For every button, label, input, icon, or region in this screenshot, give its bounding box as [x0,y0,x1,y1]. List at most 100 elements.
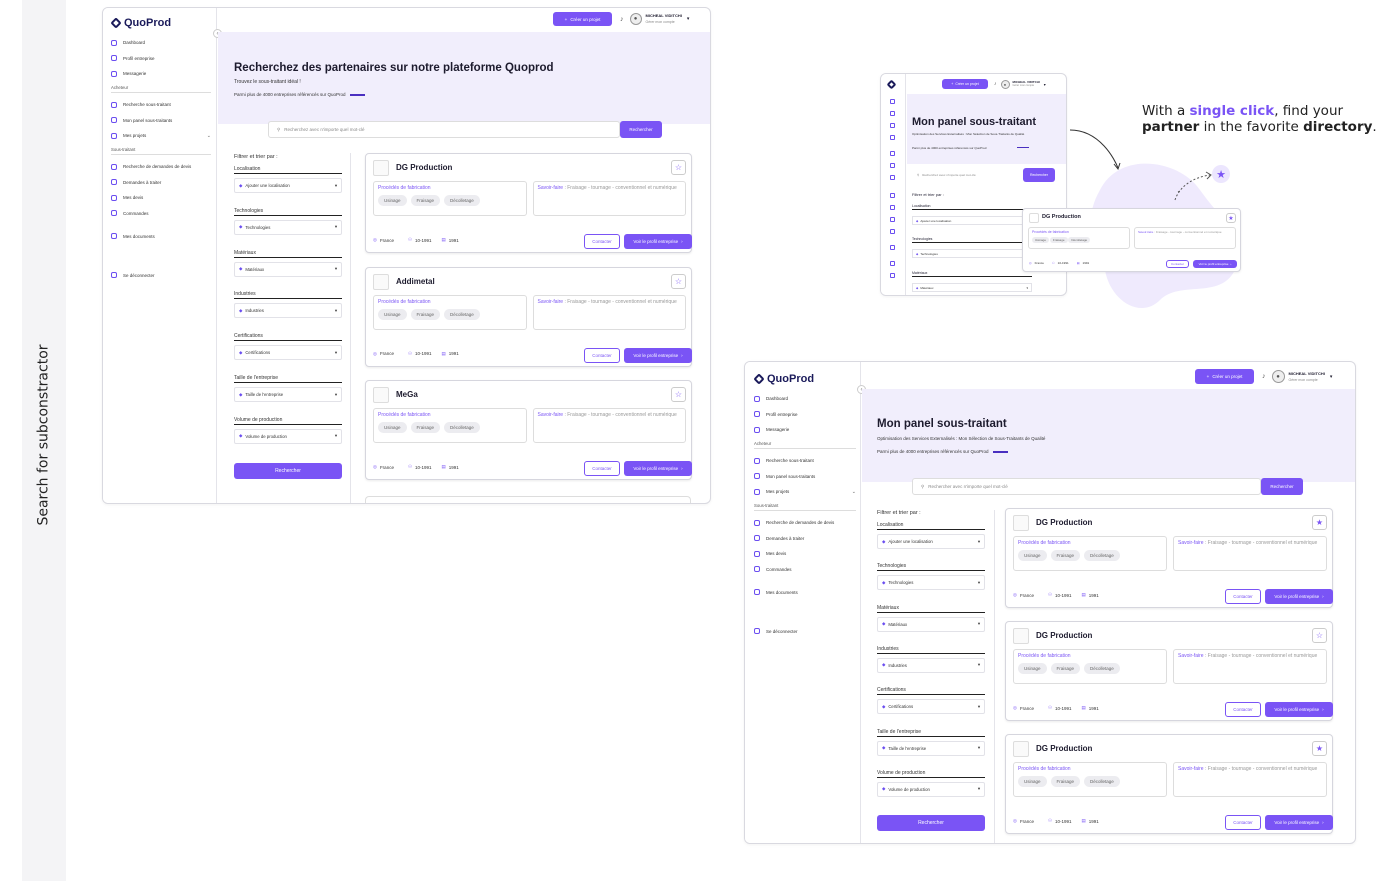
filter-select[interactable]: ◆ Matériaux ▾ [912,283,1032,292]
sidebar-item-dashboard[interactable]: Dashboard [754,394,856,403]
filter-select[interactable]: ◆ Taille de l'entreprise ▾ [877,740,985,756]
sidebar-item-dashboard[interactable]: Dashboard [111,38,211,47]
chevron-down-icon[interactable]: ▾ [687,16,690,22]
bell-icon[interactable]: ♪ [994,81,997,87]
view-profile-button[interactable]: Voir le profil entreprise › [1193,260,1237,268]
sidebar-item-orders[interactable]: Commandes [754,565,856,574]
favorite-star-button[interactable]: ☆ [671,273,686,289]
filter-select[interactable]: ◆ Matériaux ▾ [877,616,985,632]
sidebar-item-to-process[interactable]: Demandes à traiter [111,178,211,187]
contact-button[interactable]: Contacter [584,461,620,476]
view-profile-button[interactable]: Voir le profil entreprise › [1265,589,1333,604]
sidebar-item-documents[interactable]: Mes documents [111,232,211,241]
sidebar-item-to-process[interactable]: Demandes à traiter [754,534,856,543]
bell-icon[interactable]: ♪ [620,16,624,23]
view-profile-button[interactable]: Voir le profil entreprise › [1265,815,1333,830]
contact-button[interactable]: Contacter [1225,589,1261,604]
filter-select[interactable]: ◆ Volume de production ▾ [877,781,985,797]
contact-button[interactable]: Contacter [1225,815,1261,830]
sidebar-nav-icon[interactable] [890,111,895,116]
avatar[interactable]: ● [1000,79,1010,89]
search-input[interactable]: ⚲ Recherchez avec n'importe quel mot-clé [912,168,1022,182]
filter-select[interactable]: ◆ Certifications ▾ [234,345,342,361]
sidebar-nav-icon[interactable] [890,151,895,156]
sidebar-nav-icon[interactable] [890,217,895,222]
sidebar-item-projects[interactable]: Mes projets ⌄ [754,487,856,496]
favorite-star-button[interactable]: ★ [1226,213,1236,223]
sidebar-item-search-subcontractor[interactable]: Recherche sous-traitant [111,100,211,109]
filter-select[interactable]: ◆ Industries ▾ [877,657,985,673]
contact-button[interactable]: Contacter [584,234,620,249]
filter-select[interactable]: ◆Ajouter une localisation▾ [877,534,985,549]
sidebar-item-search-subcontractor[interactable]: Recherche sous-traitant [754,456,856,465]
filter-select[interactable]: ◆ Taille de l'entreprise ▾ [234,387,342,402]
filters-search-button[interactable]: Rechercher [234,462,342,479]
sidebar-item-profile[interactable]: Profil entreprise [111,54,211,63]
search-input[interactable]: ⚲ Recherchez avec n'importe quel mot-clé [268,121,620,138]
sidebar-item-quotes[interactable]: Mes devis [754,549,856,558]
sidebar-nav-icon[interactable] [890,135,895,140]
favorite-star-button[interactable]: ★ [1312,741,1327,756]
sidebar-item-messages[interactable]: Messagerie [754,425,856,434]
filter-select[interactable]: ◆Technologies▾ [234,219,342,235]
view-profile-button[interactable]: Voir le profil entreprise › [624,461,692,476]
contact-button[interactable]: Contacter [584,347,620,363]
sidebar-item-quote-requests[interactable]: Recherche de demandes de devis [111,162,211,171]
sidebar-nav-icon[interactable] [890,123,895,128]
sidebar-nav-icon[interactable] [890,99,895,104]
search-input[interactable]: ⚲ Rechercher avec n'importe quel mot-clé [912,478,1261,495]
create-project-button[interactable]: + Créer un projet [1195,369,1254,384]
filter-select[interactable]: ◆Ajouter une localisation▾ [234,178,342,193]
sidebar-item-documents[interactable]: Mes documents [754,588,856,597]
search-button[interactable]: Rechercher [1023,168,1055,182]
chevron-down-icon[interactable]: ▾ [1044,82,1046,87]
contact-button[interactable]: Contacter [1166,260,1189,268]
sidebar-item-logout[interactable]: Se déconnecter [111,271,211,280]
sidebar-item-logout[interactable]: Se déconnecter [754,627,856,636]
view-profile-button[interactable]: Voir le profil entreprise › [624,347,692,363]
sidebar-nav-icon[interactable] [890,229,895,234]
search-button[interactable]: Rechercher [620,121,662,138]
bell-icon[interactable]: ♪ [1262,373,1266,380]
sidebar-nav-icon[interactable] [890,273,895,278]
sidebar-item-quote-requests[interactable]: Recherche de demandes de devis [754,518,856,527]
manage-account-link[interactable]: Gérer mon compte [1289,377,1325,383]
chevron-down-icon[interactable]: ⌄ [207,133,211,139]
filter-select[interactable]: ◆ Certifications ▾ [877,699,985,715]
favorite-star-button[interactable]: ☆ [671,387,686,402]
filter-select[interactable]: ◆ Matériaux ▾ [234,261,342,277]
favorite-star-button[interactable]: ☆ [671,160,686,175]
view-profile-button[interactable]: Voir le profil entreprise › [1265,702,1333,717]
create-project-button[interactable]: + Créer un projet [553,12,612,26]
avatar[interactable]: ● [629,13,642,25]
sidebar-item-quotes[interactable]: Mes devis [111,193,211,202]
sidebar-item-projects[interactable]: Mes projets ⌄ [111,131,211,140]
sidebar-nav-icon[interactable] [890,205,895,210]
search-button[interactable]: Rechercher [1261,478,1303,495]
favorite-star-button[interactable]: ★ [1312,515,1327,530]
filter-select[interactable]: ◆Ajouter une localisation▾ [912,216,1032,225]
sidebar-item-messages[interactable]: Messagerie [111,69,211,78]
manage-account-link[interactable]: Gérer mon compte [646,19,682,25]
filter-select[interactable]: ◆Technologies▾ [912,249,1032,258]
sidebar-item-orders[interactable]: Commandes [111,209,211,218]
sidebar-nav-icon[interactable] [890,261,895,266]
filter-select[interactable]: ◆ Industries ▾ [234,303,342,319]
filter-select[interactable]: ◆ Volume de production ▾ [234,428,342,444]
manage-account-link[interactable]: Gérer mon compte [1013,84,1040,88]
sidebar-nav-icon[interactable] [890,245,895,250]
contact-button[interactable]: Contacter [1225,702,1261,717]
create-project-button[interactable]: + Créer un projet [942,79,988,89]
view-profile-button[interactable]: Voir le profil entreprise › [624,234,692,249]
sidebar-item-profile[interactable]: Profil entreprise [754,410,856,419]
sidebar-nav-icon[interactable] [890,175,895,180]
sidebar-nav-icon[interactable] [890,193,895,198]
filters-search-button[interactable]: Rechercher [877,815,985,832]
favorite-star-button[interactable]: ☆ [1312,628,1327,643]
sidebar-nav-icon[interactable] [890,163,895,168]
sidebar-item-panel[interactable]: Mon panel sous-traitants [754,472,856,481]
chevron-down-icon[interactable]: ⌄ [852,489,856,495]
sidebar-item-panel[interactable]: Mon panel sous-traitants [111,116,211,125]
avatar[interactable]: ● [1271,370,1285,383]
filter-select[interactable]: ◆Technologies▾ [877,575,985,591]
